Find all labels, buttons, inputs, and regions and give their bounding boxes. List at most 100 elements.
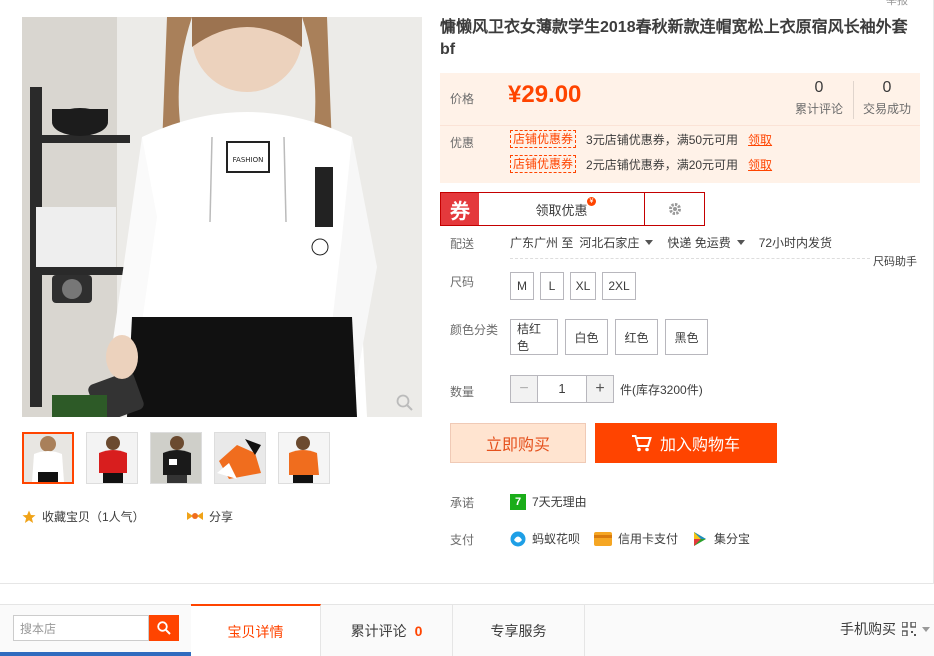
chevron-down-icon [922, 626, 930, 632]
sales-count-stat: 0 交易成功 [858, 79, 916, 117]
color-option[interactable]: 桔红色 [510, 319, 558, 355]
decrease-button[interactable]: − [510, 375, 538, 403]
shop-search: 搜本店 [13, 615, 179, 641]
promo-label: 优惠 [450, 136, 475, 150]
jifenbao-icon [694, 531, 707, 546]
notification-dot-icon: ¥ [587, 197, 596, 206]
size-option[interactable]: M [510, 272, 534, 300]
price-separator [440, 125, 920, 126]
star-icon [22, 510, 36, 523]
promise-info[interactable]: 7 7天无理由 [510, 493, 587, 510]
get-coupon-label: 领取优惠 [535, 202, 588, 218]
product-frame: 举报 FASHION 收藏宝贝（1人气） 分享 慵懒风卫衣女薄款学生2018春秋… [0, 0, 934, 584]
favorite-label: 收藏宝贝（1人气） [42, 510, 145, 524]
mobile-buy-button[interactable]: 手机购买 [840, 619, 930, 639]
chevron-down-icon[interactable] [736, 240, 745, 245]
favorite-button[interactable]: 收藏宝贝（1人气） [22, 508, 145, 525]
coupon-settings-button[interactable] [645, 193, 704, 225]
quantity-input[interactable]: 1 [538, 375, 586, 403]
mobile-buy-label: 手机购买 [840, 621, 896, 637]
thumbnail-red[interactable] [86, 432, 138, 484]
tab-services[interactable]: 专享服务 [453, 605, 585, 656]
payment-method-label: 信用卡支付 [618, 532, 679, 546]
promise-label: 承诺 [450, 496, 475, 510]
share-button[interactable]: 分享 [187, 508, 233, 525]
promo-text: 2元店铺优惠券，满20元可用 [586, 157, 739, 172]
color-option[interactable]: 白色 [565, 319, 608, 355]
credit-card-icon [594, 531, 613, 546]
divider [510, 258, 870, 259]
claim-coupon-link[interactable]: 领取 [748, 156, 772, 173]
size-option[interactable]: L [540, 272, 564, 300]
coupon-bar: 券 领取优惠 ¥ [440, 192, 705, 226]
promo-row: 店铺优惠券 2元店铺优惠券，满20元可用 领取 [510, 155, 772, 173]
qr-code-icon [902, 622, 916, 636]
tab-label: 累计评论 [350, 623, 407, 639]
sidebar-accent-bar [0, 652, 191, 656]
size-option[interactable]: XL [570, 272, 596, 300]
promise-text: 7天无理由 [532, 495, 587, 509]
share-icon [187, 511, 203, 520]
increase-button[interactable]: + [586, 375, 614, 403]
size-options: M L XL 2XL [510, 272, 636, 300]
price-value: ¥29.00 [508, 81, 582, 108]
product-title: 慵懒风卫衣女薄款学生2018春秋新款连帽宽松上衣原宿风长袖外套bf [440, 19, 908, 58]
thumbnail-orange[interactable] [278, 432, 330, 484]
search-button[interactable] [149, 615, 179, 641]
coupon-tag: 券 [441, 193, 479, 225]
payment-label: 支付 [450, 533, 475, 547]
tab-reviews[interactable]: 累计评论 0 [321, 605, 453, 656]
thumbnail-strip [22, 432, 330, 484]
share-label: 分享 [209, 510, 234, 524]
color-label: 颜色分类 [450, 323, 499, 337]
add-to-cart-label: 加入购物车 [659, 437, 740, 454]
stock-text: 件(库存3200件) [620, 382, 703, 397]
dispatch-time: 72小时内发货 [758, 236, 833, 250]
payment-method-label: 蚂蚁花呗 [532, 532, 581, 546]
payment-methods: 蚂蚁花呗 信用卡支付 集分宝 [510, 530, 764, 547]
buy-now-button[interactable]: 立即购买 [450, 423, 586, 463]
thumbnail-white[interactable] [22, 432, 74, 484]
seven-day-return-icon: 7 [510, 493, 526, 510]
chevron-down-icon[interactable] [645, 240, 654, 245]
review-count-badge: 0 [414, 623, 423, 639]
payment-method-label: 集分宝 [714, 532, 751, 546]
size-helper-link[interactable]: 尺码助手 [873, 253, 917, 269]
report-link[interactable]: 举报 [886, 0, 908, 8]
size-option[interactable]: 2XL [602, 272, 636, 300]
promo-row: 店铺优惠券 3元店铺优惠券，满50元可用 领取 [510, 130, 772, 148]
thumbnail-black[interactable] [150, 432, 202, 484]
review-count-stat[interactable]: 0 累计评论 [790, 79, 848, 117]
shop-search-input[interactable]: 搜本店 [13, 615, 149, 641]
thumbnail-orange-flat[interactable] [214, 432, 266, 484]
claim-coupon-link[interactable]: 领取 [748, 131, 772, 148]
tab-label: 专享服务 [490, 623, 547, 639]
payment-jifenbao[interactable]: 集分宝 [692, 530, 750, 547]
stat-divider [853, 81, 854, 119]
promo-tag: 店铺优惠券 [510, 155, 577, 173]
color-option[interactable]: 黑色 [665, 319, 708, 355]
size-label: 尺码 [450, 275, 475, 289]
review-count: 0 [814, 79, 824, 96]
shipping-label: 配送 [450, 237, 475, 251]
gear-icon [668, 203, 681, 215]
ship-to-select[interactable]: 河北石家庄 [579, 234, 639, 251]
quantity-label: 数量 [450, 385, 475, 399]
huabei-icon [510, 531, 526, 546]
color-option[interactable]: 红色 [615, 319, 658, 355]
payment-credit-card[interactable]: 信用卡支付 [594, 530, 678, 547]
cart-icon [631, 435, 652, 452]
zoom-icon[interactable] [396, 394, 414, 412]
get-coupon-button[interactable]: 领取优惠 ¥ [479, 193, 645, 225]
quantity-stepper: − 1 + 件(库存3200件) [510, 375, 703, 403]
sales-count: 0 [882, 79, 892, 96]
promo-text: 3元店铺优惠券，满50元可用 [586, 132, 739, 147]
payment-huabei[interactable]: 蚂蚁花呗 [510, 530, 580, 547]
svg-text:FASHION: FASHION [233, 156, 264, 164]
add-to-cart-button[interactable]: 加入购物车 [595, 423, 777, 463]
price-label: 价格 [450, 92, 475, 106]
main-product-image[interactable]: FASHION [22, 17, 422, 417]
tab-item-details[interactable]: 宝贝详情 [191, 604, 321, 656]
shipping-method-select[interactable]: 快递 免运费 [667, 234, 730, 251]
promo-tag: 店铺优惠券 [510, 130, 577, 148]
